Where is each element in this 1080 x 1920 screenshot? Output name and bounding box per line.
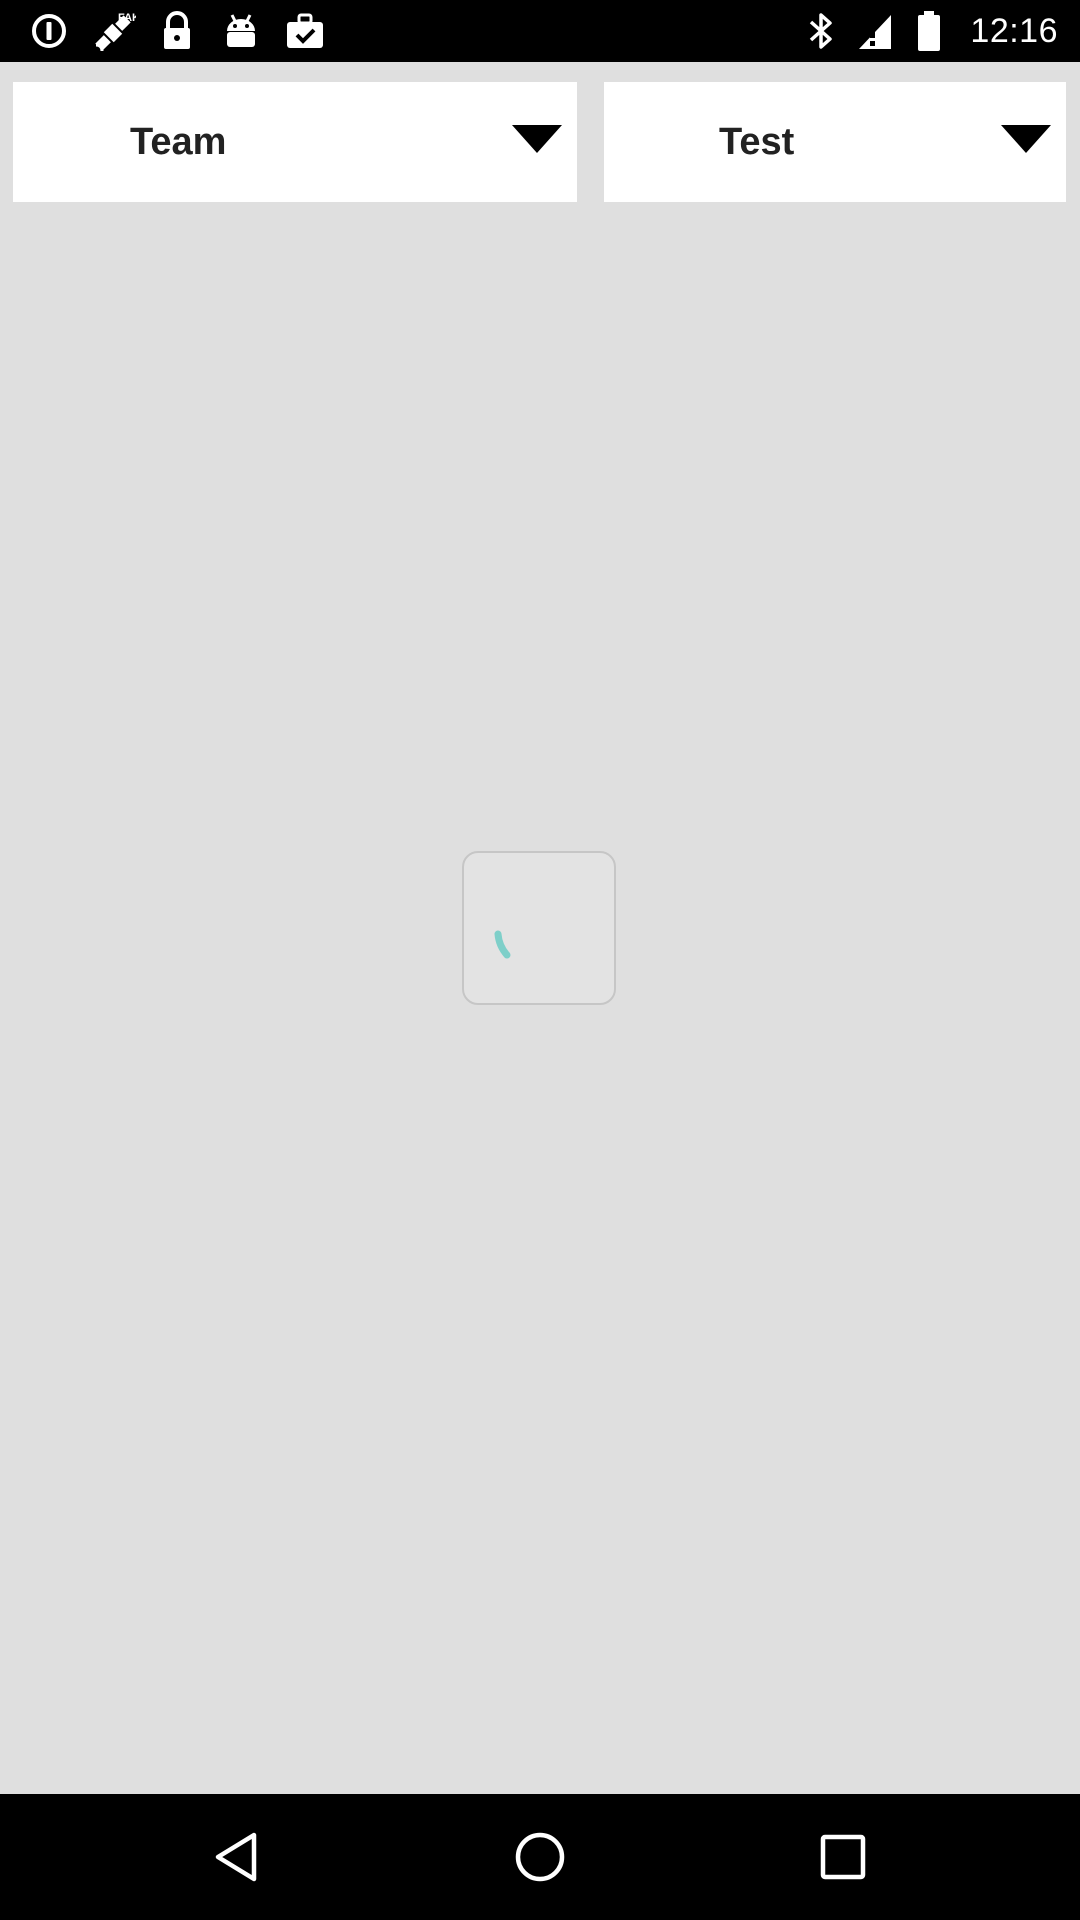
chevron-down-icon <box>1000 124 1052 154</box>
back-button[interactable] <box>203 1822 273 1892</box>
recent-apps-button[interactable] <box>808 1822 878 1892</box>
lock-icon <box>154 9 200 53</box>
recent-apps-square-icon <box>820 1834 866 1880</box>
android-icon <box>218 9 264 53</box>
loading-spinner <box>462 851 616 1005</box>
briefcase-check-icon <box>282 9 328 53</box>
screen: FAKE <box>0 0 1080 1920</box>
navigation-bar <box>0 1794 1080 1920</box>
test-dropdown[interactable]: Test <box>604 82 1066 202</box>
fake-gps-satellite-icon: FAKE <box>90 9 136 53</box>
signal-alert-icon <box>852 9 898 53</box>
test-dropdown-label: Test <box>719 121 795 163</box>
status-bar: FAKE <box>0 0 1080 62</box>
info-icon <box>26 9 72 53</box>
chevron-down-icon <box>511 124 563 154</box>
status-icons-left: FAKE <box>26 9 328 53</box>
team-dropdown[interactable]: Team <box>13 82 577 202</box>
team-dropdown-label: Team <box>130 121 227 163</box>
home-circle-icon <box>515 1832 565 1882</box>
svg-text:FAKE: FAKE <box>118 12 136 24</box>
bluetooth-icon <box>798 9 844 53</box>
battery-icon <box>906 9 952 53</box>
status-icons-right: 12:16 <box>798 9 1058 53</box>
home-button[interactable] <box>505 1822 575 1892</box>
back-triangle-icon <box>215 1832 257 1882</box>
spinner-arc-icon <box>494 930 511 959</box>
status-clock: 12:16 <box>970 11 1058 50</box>
